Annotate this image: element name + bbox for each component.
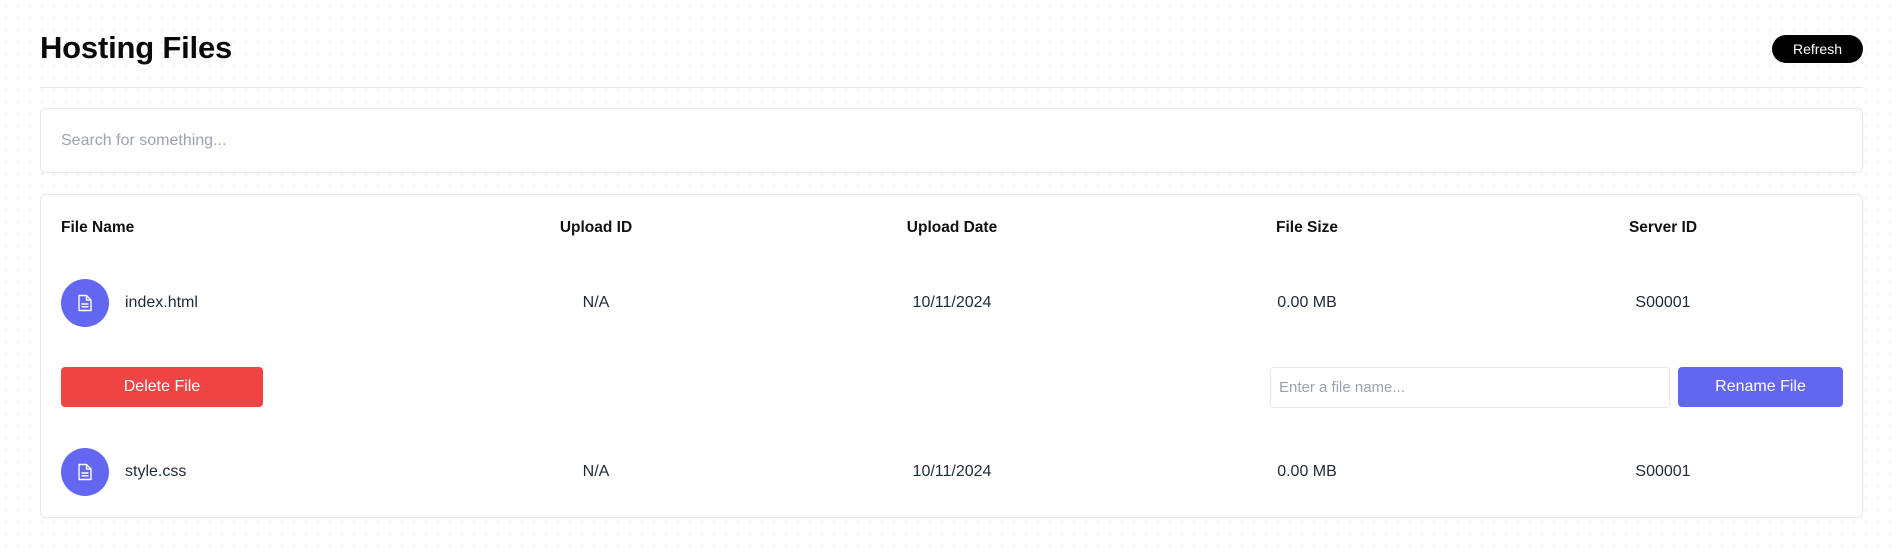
column-header-upload-id: Upload ID xyxy=(559,219,633,236)
page-title: Hosting Files xyxy=(40,30,233,65)
column-header-file-size: File Size xyxy=(1275,219,1339,236)
page-header: Hosting Files Refresh xyxy=(40,0,1863,88)
upload-id: N/A xyxy=(582,294,610,311)
file-document-icon xyxy=(61,448,109,496)
column-header-server-id: Server ID xyxy=(1628,219,1698,236)
server-id: S00001 xyxy=(1635,463,1691,480)
server-id: S00001 xyxy=(1635,294,1691,311)
file-size: 0.00 MB xyxy=(1277,294,1337,311)
search-box xyxy=(40,108,1863,173)
file-size: 0.00 MB xyxy=(1277,463,1337,480)
file-document-icon xyxy=(61,279,109,327)
rename-file-input[interactable] xyxy=(1270,367,1670,408)
upload-date: 10/11/2024 xyxy=(912,294,992,311)
search-input[interactable] xyxy=(41,109,1862,172)
upload-id: N/A xyxy=(582,463,610,480)
delete-file-button[interactable]: Delete File xyxy=(61,367,263,407)
column-header-file-name: File Name xyxy=(61,219,135,236)
files-table: File Name Upload ID Upload Date File Siz… xyxy=(40,194,1863,518)
upload-date: 10/11/2024 xyxy=(912,463,992,480)
refresh-button[interactable]: Refresh xyxy=(1771,35,1863,63)
file-name: style.css xyxy=(125,463,187,480)
column-header-upload-date: Upload Date xyxy=(906,219,998,236)
file-name: index.html xyxy=(125,294,198,311)
hosting-files-page: Hosting Files Refresh File Name Upload I… xyxy=(40,0,1863,518)
rename-file-button[interactable]: Rename File xyxy=(1678,367,1843,407)
